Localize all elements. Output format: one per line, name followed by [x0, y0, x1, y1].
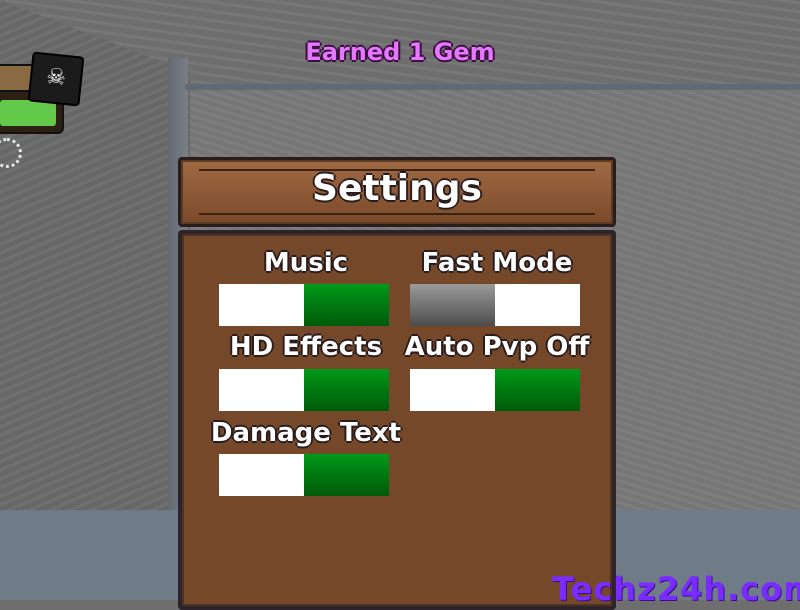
toggle-left-segment [219, 454, 304, 496]
toggle-left-segment [410, 369, 495, 411]
toggle-left-segment [219, 284, 304, 326]
damage-text-toggle[interactable] [219, 454, 389, 496]
toggle-right-segment [304, 454, 389, 496]
auto-pvp-off-toggle[interactable] [410, 369, 580, 411]
toggle-left-segment [410, 284, 495, 326]
settings-title: Settings [312, 168, 482, 209]
toggle-right-segment [495, 369, 580, 411]
toggle-right-segment [304, 284, 389, 326]
settings-panel: Music Fast Mode HD Effects Auto Pvp Off … [178, 230, 616, 610]
toggle-left-segment [219, 369, 304, 411]
auto-pvp-off-label: Auto Pvp Off [404, 332, 590, 362]
chest-progress-bar [0, 100, 56, 126]
toggle-right-segment [495, 284, 580, 326]
settings-title-plate: Settings [178, 157, 616, 227]
hd-effects-toggle[interactable] [219, 369, 389, 411]
notification-text: Earned 1 Gem [305, 38, 495, 66]
music-toggle[interactable] [219, 284, 389, 326]
treasure-chest-button[interactable]: ☠ [0, 51, 85, 134]
watermark: Techz24h.com [552, 570, 800, 608]
hd-effects-label: HD Effects [229, 332, 383, 362]
toggle-right-segment [304, 369, 389, 411]
ceiling-edge [185, 84, 800, 90]
music-label: Music [263, 248, 349, 278]
damage-text-label: Damage Text [210, 418, 402, 448]
fast-mode-toggle[interactable] [410, 284, 580, 326]
fast-mode-label: Fast Mode [421, 248, 573, 278]
